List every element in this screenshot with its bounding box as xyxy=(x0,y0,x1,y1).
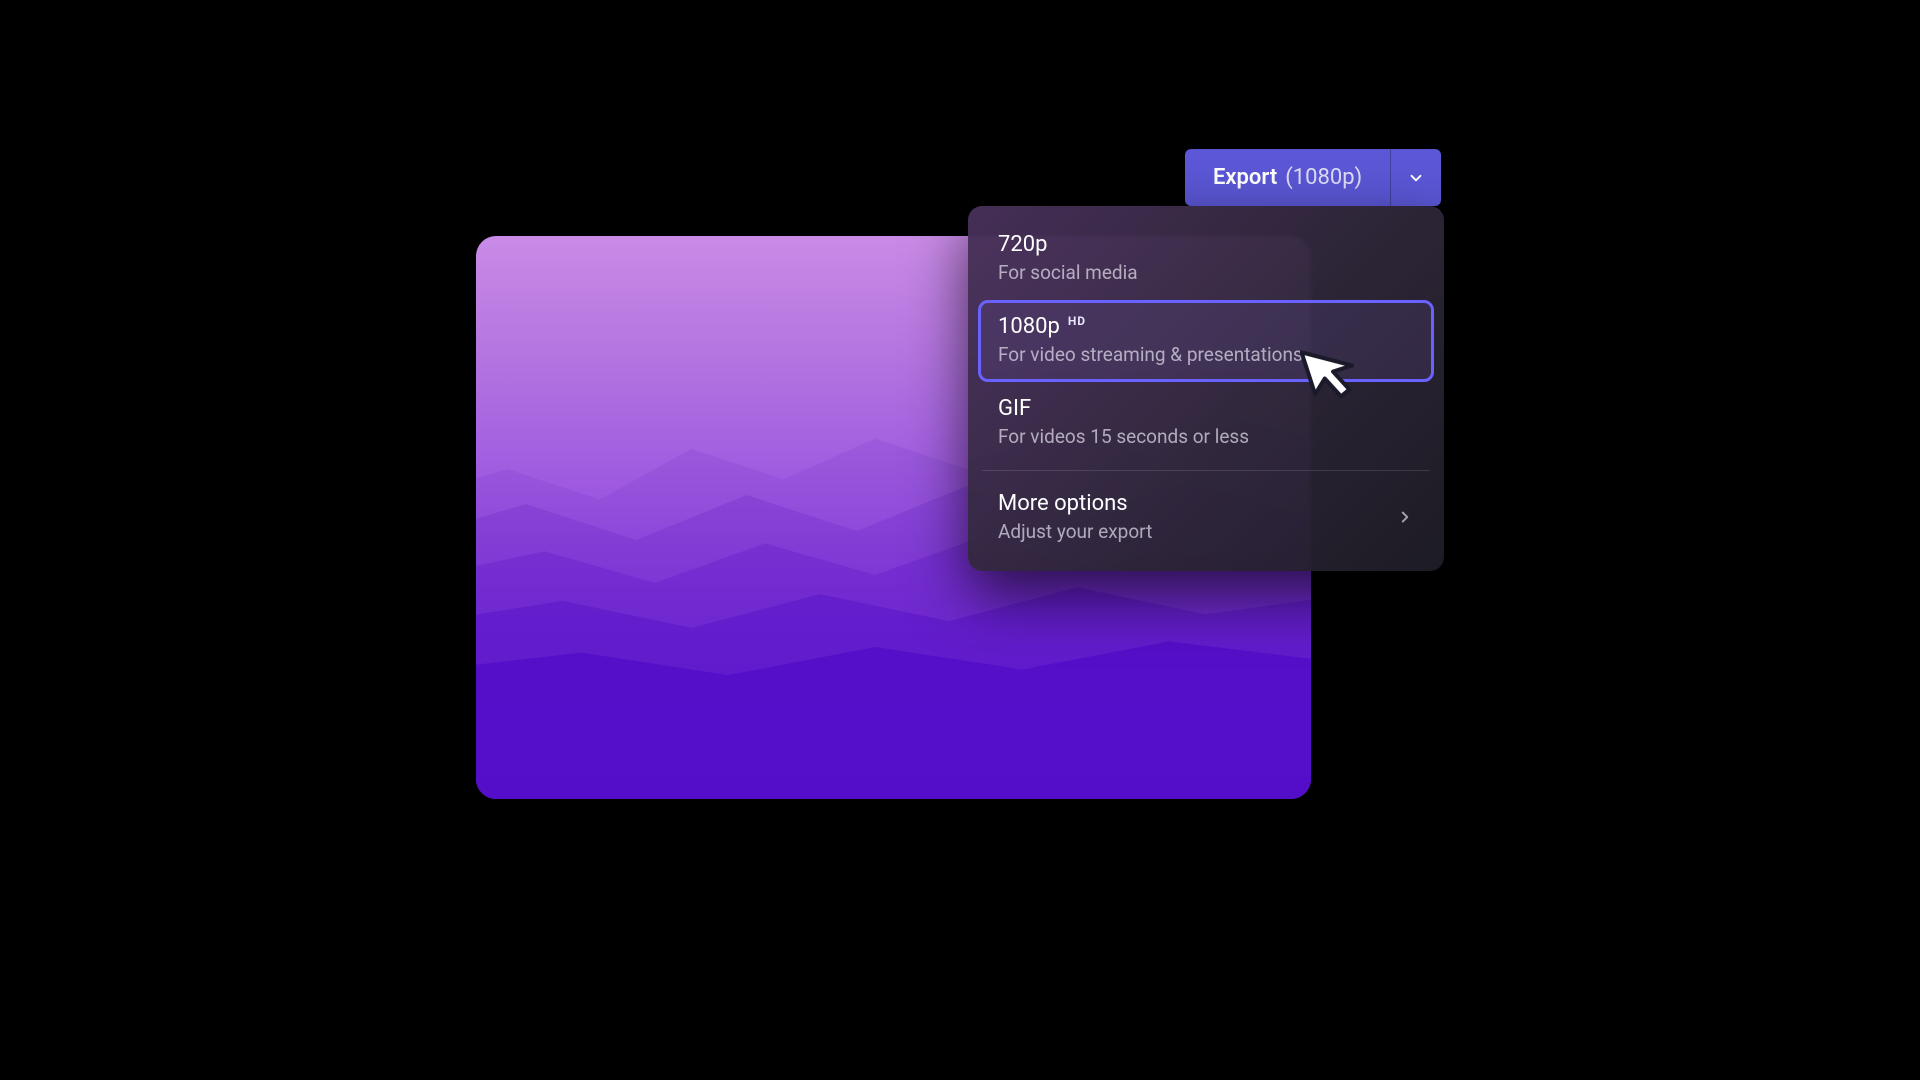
hd-badge: HD xyxy=(1068,314,1086,328)
export-dropdown-menu: 720p For social media 1080p HD For video… xyxy=(968,206,1444,571)
chevron-down-icon xyxy=(1407,169,1425,187)
export-option-title: 720p xyxy=(998,232,1414,257)
export-button-resolution: (1080p) xyxy=(1285,165,1362,190)
export-option-subtitle: For video streaming & presentations xyxy=(998,343,1414,366)
export-option-title: GIF xyxy=(998,396,1414,421)
export-option-subtitle: For social media xyxy=(998,261,1414,284)
export-more-options[interactable]: More options Adjust your export xyxy=(978,477,1434,559)
export-option-title: 1080p xyxy=(998,314,1060,339)
more-options-subtitle: Adjust your export xyxy=(998,520,1152,543)
export-dropdown-toggle[interactable] xyxy=(1391,149,1441,206)
chevron-right-icon xyxy=(1396,508,1414,526)
export-option-720p[interactable]: 720p For social media xyxy=(978,218,1434,300)
divider xyxy=(982,470,1430,471)
export-button[interactable]: Export (1080p) xyxy=(1185,149,1391,206)
export-button-label: Export xyxy=(1213,165,1277,190)
export-split-button: Export (1080p) xyxy=(1185,149,1441,206)
export-option-gif[interactable]: GIF For videos 15 seconds or less xyxy=(978,382,1434,464)
export-option-1080p[interactable]: 1080p HD For video streaming & presentat… xyxy=(978,300,1434,382)
export-option-subtitle: For videos 15 seconds or less xyxy=(998,425,1414,448)
more-options-title: More options xyxy=(998,491,1152,516)
